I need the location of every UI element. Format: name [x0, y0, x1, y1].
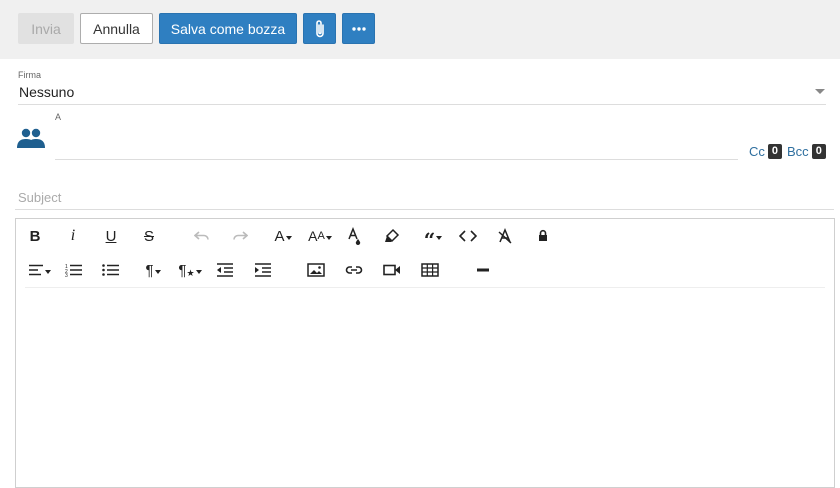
font-family-icon[interactable]: A — [270, 223, 296, 249]
ellipsis-icon — [351, 26, 366, 31]
quote-icon[interactable]: “ — [419, 223, 447, 250]
undo-icon[interactable] — [189, 223, 215, 249]
cc-count-badge: 0 — [767, 144, 783, 159]
clear-format-icon[interactable] — [492, 223, 518, 249]
redo-icon[interactable] — [227, 223, 253, 249]
horizontal-line-icon[interactable] — [470, 257, 496, 283]
paperclip-icon — [315, 19, 324, 37]
cc-bcc-toggle[interactable]: Cc 0 Bcc 0 — [749, 144, 826, 159]
subject-underline — [15, 209, 834, 210]
svg-text:3: 3 — [65, 273, 68, 277]
bcc-label[interactable]: Bcc — [787, 144, 809, 159]
code-icon[interactable] — [455, 223, 481, 249]
to-label: A — [55, 112, 62, 122]
underline-icon[interactable]: U — [98, 223, 124, 249]
attach-button[interactable] — [303, 13, 336, 44]
paragraph-icon[interactable]: ¶ — [139, 257, 167, 283]
outdent-icon[interactable] — [212, 257, 238, 283]
editor-toolbar-divider — [25, 287, 825, 288]
bcc-count-badge: 0 — [811, 144, 826, 159]
strikethrough-icon[interactable]: S — [136, 223, 162, 249]
image-icon[interactable] — [303, 257, 329, 283]
signature-select[interactable]: Nessuno — [19, 84, 74, 100]
subject-input[interactable] — [18, 186, 834, 208]
unordered-list-icon[interactable] — [98, 257, 124, 283]
video-icon[interactable] — [379, 257, 405, 283]
italic-icon[interactable]: i — [60, 223, 86, 249]
indent-icon[interactable] — [250, 257, 276, 283]
chevron-down-icon[interactable] — [815, 89, 825, 94]
signature-label: Firma — [18, 70, 41, 80]
signature-underline — [18, 104, 826, 105]
contacts-icon[interactable] — [16, 127, 46, 149]
link-icon[interactable] — [341, 257, 367, 283]
table-icon[interactable] — [417, 257, 443, 283]
send-button[interactable]: Invia — [18, 13, 74, 44]
text-color-icon[interactable] — [341, 223, 367, 249]
cancel-button[interactable]: Annulla — [80, 13, 153, 44]
ordered-list-icon[interactable]: 123 — [61, 257, 87, 283]
paragraph-style-icon[interactable]: ¶ ★ — [175, 257, 205, 283]
more-options-button[interactable] — [342, 13, 375, 44]
to-field[interactable] — [55, 159, 738, 160]
bold-icon[interactable]: B — [22, 223, 48, 249]
align-icon[interactable] — [25, 257, 53, 283]
font-size-icon[interactable]: AA — [306, 223, 334, 249]
lock-icon[interactable] — [530, 223, 556, 249]
save-draft-button[interactable]: Salva come bozza — [159, 13, 297, 44]
cc-label[interactable]: Cc — [749, 144, 765, 159]
highlight-icon[interactable] — [379, 223, 405, 249]
